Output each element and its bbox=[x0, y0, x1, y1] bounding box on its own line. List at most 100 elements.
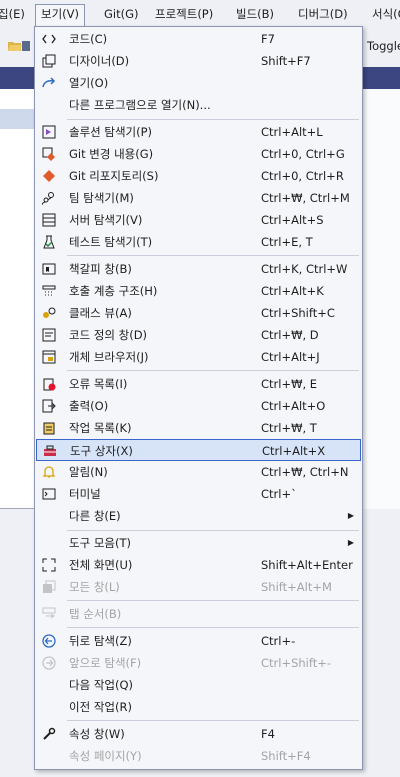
menu-item-navigate-back[interactable]: 뒤로 탐색(Z) Ctrl+- bbox=[35, 630, 362, 652]
menu-separator bbox=[67, 530, 359, 531]
terminal-icon bbox=[41, 486, 57, 502]
menu-item-output[interactable]: 출력(O) Ctrl+Alt+O bbox=[35, 395, 362, 417]
menu-item-solution-explorer[interactable]: 솔루션 탐색기(P) Ctrl+Alt+L bbox=[35, 121, 362, 143]
menu-item-tab-order: 탭 순서(B) bbox=[35, 603, 362, 625]
document-tab-strip-right bbox=[362, 67, 400, 89]
menu-item-full-screen[interactable]: 전체 화면(U) Shift+Alt+Enter bbox=[35, 554, 362, 576]
menu-item-label: 오류 목록(I) bbox=[69, 377, 128, 391]
menu-item-properties-window[interactable]: 속성 창(W) F4 bbox=[35, 723, 362, 745]
menu-item-shortcut: Ctrl+0, Ctrl+G bbox=[261, 147, 345, 161]
toggle-label[interactable]: Toggle bbox=[367, 39, 400, 53]
error-list-icon bbox=[41, 376, 57, 392]
menu-item-label: 이전 작업(R) bbox=[69, 700, 132, 714]
menu-build[interactable]: 빌드(B) bbox=[231, 4, 279, 24]
menu-item-class-view[interactable]: 클래스 뷰(A) Ctrl+Shift+C bbox=[35, 302, 362, 324]
object-browser-icon bbox=[41, 349, 57, 365]
menu-item-shortcut: Ctrl+Alt+S bbox=[261, 213, 324, 227]
menu-item-shortcut: Ctrl+Alt+X bbox=[262, 444, 326, 458]
menu-item-call-hierarchy[interactable]: 호출 계층 구조(H) Ctrl+Alt+K bbox=[35, 280, 362, 302]
git-changes-icon bbox=[41, 146, 57, 162]
menu-item-label: 출력(O) bbox=[69, 399, 109, 413]
menu-item-label: 테스트 탐색기(T) bbox=[69, 235, 153, 249]
menu-separator bbox=[67, 720, 359, 721]
submenu-arrow-icon: ▶ bbox=[347, 511, 354, 520]
menu-separator bbox=[67, 600, 359, 601]
menu-item-open-with[interactable]: 다른 프로그램으로 열기(N)... bbox=[35, 94, 362, 116]
full-screen-icon bbox=[41, 557, 57, 573]
git-repository-icon bbox=[41, 168, 57, 184]
menu-item-shortcut: F4 bbox=[261, 727, 275, 741]
menu-item-shortcut: Ctrl+Alt+L bbox=[261, 125, 323, 139]
menu-item-shortcut: Ctrl+₩, T bbox=[261, 421, 317, 435]
menu-item-git-repository[interactable]: Git 리포지토리(S) Ctrl+0, Ctrl+R bbox=[35, 165, 362, 187]
menu-item-label: 속성 창(W) bbox=[69, 727, 125, 741]
menu-edit[interactable]: 집(E) bbox=[0, 4, 30, 24]
menu-item-toolbox[interactable]: 도구 상자(X) Ctrl+Alt+X bbox=[36, 439, 361, 461]
menu-item-shortcut: Ctrl+0, Ctrl+R bbox=[261, 169, 344, 183]
designer-icon bbox=[41, 53, 57, 69]
navigate-back-icon bbox=[41, 633, 57, 649]
menu-item-notifications[interactable]: 알림(N) Ctrl+₩, Ctrl+N bbox=[35, 461, 362, 483]
menu-item-label: 뒤로 탐색(Z) bbox=[69, 634, 132, 648]
menu-item-label: 속성 페이지(Y) bbox=[69, 749, 142, 763]
menu-item-label: 알림(N) bbox=[69, 465, 108, 479]
save-icon[interactable] bbox=[22, 40, 30, 52]
menu-separator bbox=[67, 119, 359, 120]
panel-header bbox=[0, 109, 35, 129]
menu-item-previous-task[interactable]: 이전 작업(R) bbox=[35, 696, 362, 718]
output-icon bbox=[41, 398, 57, 414]
team-explorer-icon bbox=[41, 190, 57, 206]
menu-item-label: 다른 창(E) bbox=[69, 509, 121, 523]
menu-item-label: 도구 모음(T) bbox=[69, 536, 131, 550]
menu-item-property-pages: 속성 페이지(Y) Shift+F4 bbox=[35, 745, 362, 767]
menu-item-shortcut: Shift+Alt+M bbox=[261, 580, 332, 594]
navigate-forward-icon bbox=[41, 655, 57, 671]
server-explorer-icon bbox=[41, 212, 57, 228]
menu-item-shortcut: Ctrl+E, T bbox=[261, 235, 313, 249]
menu-item-label: 팀 탐색기(M) bbox=[69, 191, 134, 205]
menu-item-object-browser[interactable]: 개체 브라우저(J) Ctrl+Alt+J bbox=[35, 346, 362, 368]
menu-git[interactable]: Git(G) bbox=[99, 4, 144, 24]
menu-item-error-list[interactable]: 오류 목록(I) Ctrl+₩, E bbox=[35, 373, 362, 395]
menu-project[interactable]: 프로젝트(P) bbox=[150, 4, 218, 24]
menu-item-server-explorer[interactable]: 서버 탐색기(V) Ctrl+Alt+S bbox=[35, 209, 362, 231]
menu-item-open[interactable]: 열기(O) bbox=[35, 72, 362, 94]
tab-order-icon bbox=[41, 606, 57, 622]
menu-item-shortcut: Ctrl+Alt+O bbox=[261, 399, 326, 413]
menu-item-label: 클래스 뷰(A) bbox=[69, 306, 132, 320]
menu-item-label: 도구 상자(X) bbox=[70, 444, 133, 458]
menu-item-bookmark-window[interactable]: 책갈피 창(B) Ctrl+K, Ctrl+W bbox=[35, 258, 362, 280]
menu-item-shortcut: Ctrl+₩, Ctrl+M bbox=[261, 191, 350, 205]
menu-item-git-changes[interactable]: Git 변경 내용(G) Ctrl+0, Ctrl+G bbox=[35, 143, 362, 165]
menu-item-label: 모든 창(L) bbox=[69, 580, 120, 594]
menu-item-code-definition[interactable]: 코드 정의 창(D) Ctrl+₩, D bbox=[35, 324, 362, 346]
menu-bar: 집(E) 보기(V) Git(G) 프로젝트(P) 빌드(B) 디버그(D) 서… bbox=[0, 0, 400, 27]
submenu-arrow-icon: ▶ bbox=[347, 538, 354, 547]
menu-item-designer[interactable]: 디자이너(D) Shift+F7 bbox=[35, 50, 362, 72]
menu-item-label: 열기(O) bbox=[69, 76, 109, 90]
menu-item-team-explorer[interactable]: 팀 탐색기(M) Ctrl+₩, Ctrl+M bbox=[35, 187, 362, 209]
menu-item-task-list[interactable]: 작업 목록(K) Ctrl+₩, T bbox=[35, 417, 362, 439]
menu-separator bbox=[67, 627, 359, 628]
menu-item-toolbars[interactable]: 도구 모음(T) ▶ bbox=[35, 532, 362, 554]
menu-item-shortcut: Shift+F7 bbox=[261, 54, 311, 68]
menu-item-shortcut: F7 bbox=[261, 32, 275, 46]
menu-item-label: 책갈피 창(B) bbox=[69, 262, 132, 276]
background-panel bbox=[0, 89, 35, 509]
open-folder-icon[interactable] bbox=[8, 40, 22, 52]
menu-format[interactable]: 서식(O) bbox=[367, 4, 400, 24]
menu-item-all-windows: 모든 창(L) Shift+Alt+M bbox=[35, 576, 362, 598]
menu-item-test-explorer[interactable]: 테스트 탐색기(T) Ctrl+E, T bbox=[35, 231, 362, 253]
menu-item-label: 앞으로 탐색(F) bbox=[69, 656, 142, 670]
menu-view[interactable]: 보기(V) bbox=[35, 4, 85, 27]
menu-item-shortcut: Ctrl+K, Ctrl+W bbox=[261, 262, 348, 276]
menu-item-next-task[interactable]: 다음 작업(Q) bbox=[35, 674, 362, 696]
task-list-icon bbox=[41, 420, 57, 436]
class-view-icon bbox=[41, 305, 57, 321]
menu-item-other-windows[interactable]: 다른 창(E) ▶ bbox=[35, 505, 362, 527]
menu-item-shortcut: Ctrl+Alt+J bbox=[261, 350, 320, 364]
menu-item-terminal[interactable]: 터미널 Ctrl+` bbox=[35, 483, 362, 505]
menu-debug[interactable]: 디버그(D) bbox=[293, 4, 353, 24]
menu-item-code[interactable]: 코드(C) F7 bbox=[35, 28, 362, 50]
menu-item-shortcut: Ctrl+` bbox=[261, 487, 297, 501]
